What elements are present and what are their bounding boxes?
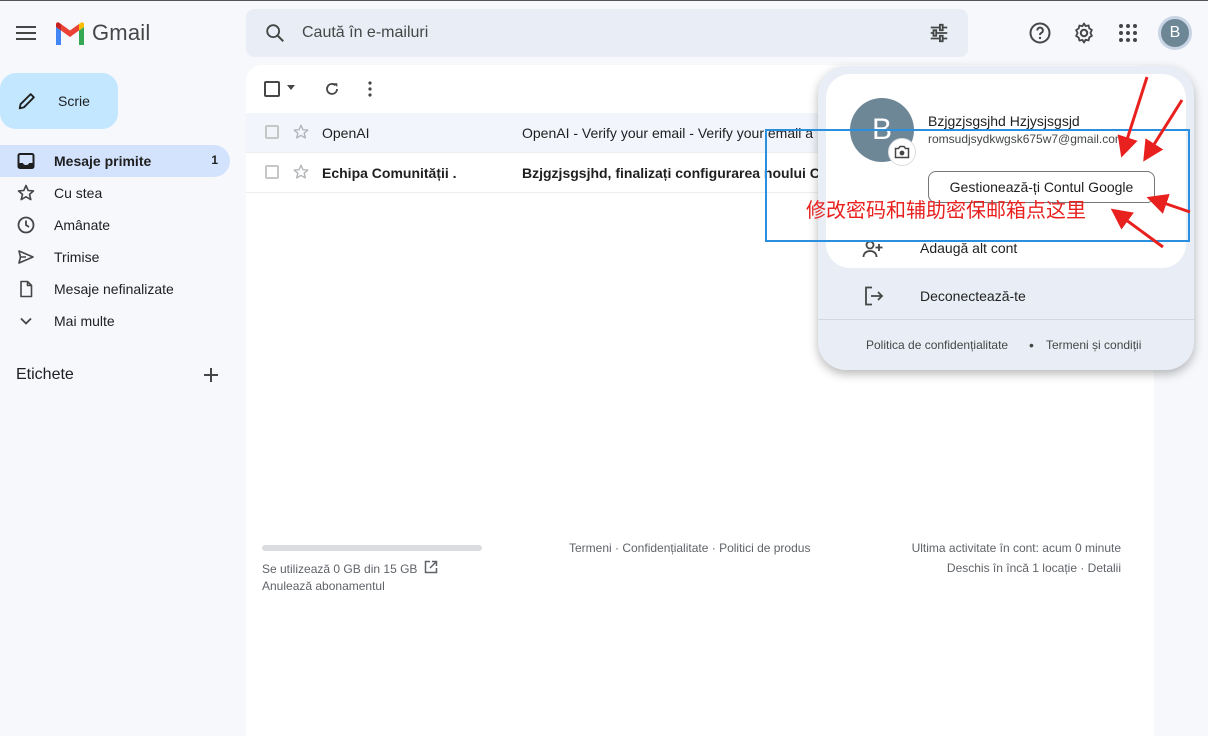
compose-label: Scrie	[58, 93, 90, 109]
separator-dot: •	[1029, 337, 1034, 353]
sidebar-item-snoozed[interactable]: Amânate	[0, 209, 230, 241]
search-icon[interactable]	[264, 22, 286, 44]
help-icon[interactable]	[1028, 21, 1052, 45]
refresh-icon[interactable]	[323, 80, 341, 98]
sidebar-item-inbox[interactable]: Mesaje primite 1	[0, 145, 230, 177]
app-name: Gmail	[92, 20, 151, 45]
email-sender: OpenAI	[322, 125, 370, 141]
email-checkbox[interactable]	[265, 165, 279, 179]
clock-icon	[17, 216, 35, 234]
account-name: Bzjgzjsgsjhd Hzjysjsgsjd	[928, 113, 1080, 129]
search-bar[interactable]: Caută în e-mailuri	[246, 9, 968, 57]
sidebar-item-label: Mai multe	[54, 313, 115, 329]
compose-button[interactable]: Scrie	[0, 73, 118, 129]
sidebar-item-label: Mesaje primite	[54, 153, 152, 169]
pencil-icon	[18, 93, 35, 110]
unread-count-badge: 1	[211, 153, 218, 167]
annotation-text: 修改密码和辅助密保邮箱点这里	[806, 198, 1086, 222]
footer-links[interactable]: Termeni · Confidențialitate · Politici d…	[569, 541, 810, 555]
sign-out-label: Deconectează-te	[920, 288, 1026, 304]
star-icon	[17, 184, 35, 201]
privacy-policy-link[interactable]: Politica de confidențialitate	[866, 338, 1008, 352]
open-external-icon[interactable]	[424, 560, 438, 574]
cancel-subscription-link[interactable]: Anulează abonamentul	[262, 579, 385, 593]
hamburger-icon	[16, 26, 36, 40]
settings-gear-icon[interactable]	[1072, 21, 1096, 45]
account-avatar-button[interactable]: B	[1158, 16, 1192, 50]
last-activity-text: Ultima activitate în cont: acum 0 minute	[911, 541, 1121, 555]
gmail-m-icon	[56, 22, 84, 45]
search-options-icon[interactable]	[928, 22, 950, 44]
email-sender: Echipa Comunității .	[322, 165, 457, 181]
email-checkbox[interactable]	[265, 125, 279, 139]
popup-divider	[818, 319, 1194, 320]
gmail-logo[interactable]: Gmail	[54, 20, 150, 46]
window-top-border	[0, 0, 1208, 1]
sidebar-item-label: Cu stea	[54, 185, 103, 201]
draft-icon	[20, 280, 33, 298]
sidebar-item-label: Trimise	[54, 249, 100, 265]
sidebar-item-label: Mesaje nefinalizate	[54, 281, 174, 297]
sidebar-item-drafts[interactable]: Mesaje nefinalizate	[0, 273, 230, 305]
search-input[interactable]: Caută în e-mailuri	[302, 24, 428, 42]
add-label-plus-icon[interactable]	[202, 366, 220, 384]
annotation-highlight-box	[765, 129, 1190, 242]
add-account-label: Adaugă alt cont	[920, 240, 1018, 256]
storage-usage-text: Se utilizează 0 GB din 15 GB	[262, 562, 418, 576]
sidebar-item-starred[interactable]: Cu stea	[0, 177, 230, 209]
labels-header: Etichete	[16, 366, 74, 383]
more-options-icon[interactable]	[367, 80, 373, 98]
sidebar-item-sent[interactable]: Trimise	[0, 241, 230, 273]
main-menu-button[interactable]	[14, 21, 38, 45]
star-toggle-icon[interactable]	[292, 123, 310, 141]
activity-details-link[interactable]: Deschis în încă 1 locație · Detalii	[947, 561, 1121, 575]
apps-grid-icon[interactable]	[1116, 21, 1140, 45]
chevron-down-icon	[20, 317, 32, 325]
select-dropdown-caret-icon[interactable]	[286, 85, 296, 91]
star-toggle-icon[interactable]	[292, 163, 310, 181]
terms-link[interactable]: Termeni și condiții	[1046, 338, 1141, 352]
send-icon	[18, 250, 34, 264]
sign-out-button[interactable]: Deconectează-te	[818, 276, 1194, 316]
select-all-checkbox[interactable]	[264, 81, 280, 97]
inbox-icon	[17, 153, 35, 169]
logout-icon	[865, 286, 884, 306]
sidebar-item-more[interactable]: Mai multe	[0, 305, 230, 337]
sidebar-item-label: Amânate	[54, 217, 111, 233]
storage-usage-bar	[262, 545, 482, 551]
